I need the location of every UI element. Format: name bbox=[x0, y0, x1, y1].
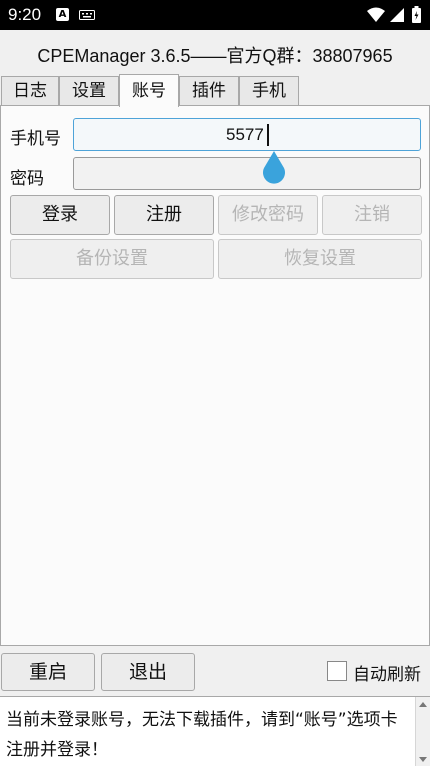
auto-refresh-label[interactable]: 自动刷新 bbox=[353, 660, 421, 685]
restore-settings-button[interactable]: 恢复设置 bbox=[218, 239, 422, 279]
selection-handle-icon[interactable] bbox=[261, 150, 287, 186]
log-scrollbar[interactable] bbox=[415, 697, 430, 766]
text-caret bbox=[267, 124, 269, 146]
tab-settings[interactable]: 设置 bbox=[59, 76, 119, 106]
window-title: CPEManager 3.6.5——官方Q群：38807965 bbox=[37, 46, 393, 66]
scroll-down-icon[interactable] bbox=[419, 757, 427, 762]
phone-value: 5577 bbox=[226, 125, 264, 144]
battery-icon bbox=[412, 6, 421, 23]
register-button[interactable]: 注册 bbox=[114, 195, 214, 235]
password-input[interactable] bbox=[73, 157, 421, 190]
tab-account[interactable]: 账号 bbox=[119, 74, 179, 107]
tab-bar: 日志 设置 账号 插件 手机 bbox=[0, 74, 430, 107]
backup-settings-button[interactable]: 备份设置 bbox=[10, 239, 214, 279]
notification-a-icon: A bbox=[56, 8, 69, 21]
login-button[interactable]: 登录 bbox=[10, 195, 110, 235]
status-bar: 9:20 A bbox=[0, 0, 430, 30]
auto-refresh-checkbox[interactable] bbox=[327, 661, 347, 681]
tab-phone[interactable]: 手机 bbox=[239, 76, 299, 106]
account-panel: 手机号 5577 密码 登录 注册 修改密码 注销 备份设置 恢复设置 bbox=[0, 105, 430, 646]
restart-button[interactable]: 重启 bbox=[1, 653, 95, 691]
log-output[interactable]: 当前未登录账号，无法下载插件，请到“账号”选项卡注册并登录！ bbox=[0, 696, 430, 766]
status-time: 9:20 bbox=[8, 5, 42, 24]
keyboard-icon bbox=[79, 10, 95, 20]
phone-input[interactable]: 5577 bbox=[73, 118, 421, 151]
bottom-bar: 重启 退出 自动刷新 bbox=[0, 646, 430, 696]
status-icons bbox=[367, 6, 421, 23]
tab-plugins[interactable]: 插件 bbox=[179, 76, 239, 106]
phone-label: 手机号 bbox=[10, 129, 61, 149]
title-bar: CPEManager 3.6.5——官方Q群：38807965 bbox=[0, 30, 430, 74]
password-label: 密码 bbox=[10, 169, 44, 189]
logout-button[interactable]: 注销 bbox=[322, 195, 422, 235]
change-password-button[interactable]: 修改密码 bbox=[218, 195, 318, 235]
exit-button[interactable]: 退出 bbox=[101, 653, 195, 691]
scroll-up-icon[interactable] bbox=[419, 702, 427, 707]
wifi-icon bbox=[367, 7, 385, 22]
signal-icon bbox=[390, 8, 404, 22]
log-message: 当前未登录账号，无法下载插件，请到“账号”选项卡注册并登录！ bbox=[6, 710, 398, 760]
tab-log[interactable]: 日志 bbox=[1, 76, 59, 106]
